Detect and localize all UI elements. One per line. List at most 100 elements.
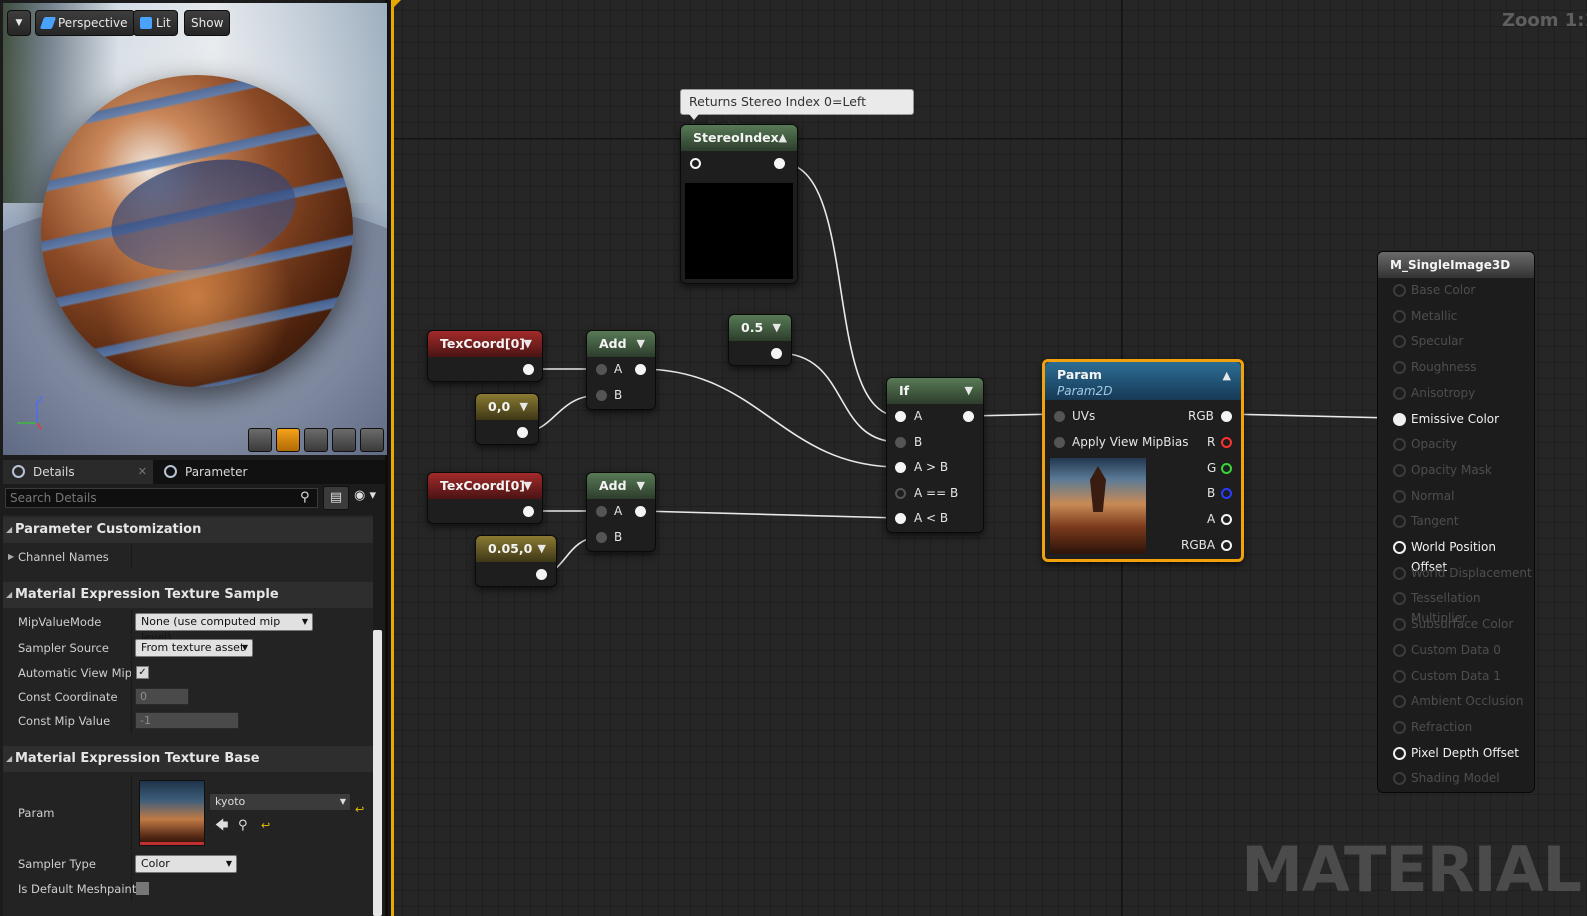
collapse-arrow-icon[interactable]: ▲ — [1223, 368, 1231, 384]
comment-bubble[interactable]: Returns Stereo Index 0=Left 1=Right — [680, 89, 914, 133]
output-pin[interactable] — [771, 348, 782, 359]
output-pin-a[interactable] — [1221, 514, 1232, 525]
collapse-arrow-icon[interactable]: ▼ — [965, 378, 973, 404]
material-input-custom-data-1[interactable]: Custom Data 1 — [1393, 666, 1501, 686]
input-pin-uvs[interactable] — [1054, 411, 1065, 422]
output-pin[interactable] — [523, 506, 534, 517]
tab-details[interactable]: Details ✕ — [3, 460, 153, 484]
cube-preview-button[interactable] — [332, 428, 356, 452]
output-pin-g[interactable] — [1221, 463, 1232, 474]
close-icon[interactable]: ✕ — [138, 460, 147, 484]
browse-search-icon[interactable]: ⚲ — [238, 819, 248, 833]
sampler-source-dropdown[interactable]: From texture asset — [135, 639, 253, 657]
collapse-arrow-icon[interactable]: ▼ — [773, 315, 781, 341]
input-pin-a[interactable] — [596, 506, 607, 517]
node-material-result[interactable]: M_SingleImage3D Base Color Metallic Specul… — [1377, 251, 1535, 793]
collapse-arrow-icon[interactable]: ▼ — [637, 473, 645, 499]
node-add-1[interactable]: Add ▼ A B — [586, 330, 656, 410]
material-input-opacity-mask[interactable]: Opacity Mask — [1393, 460, 1492, 480]
output-pin[interactable] — [963, 411, 974, 422]
input-pin-a[interactable] — [895, 411, 906, 422]
material-input-anisotropy[interactable]: Anisotropy — [1393, 383, 1475, 403]
material-input-base-color[interactable]: Base Color — [1393, 280, 1475, 300]
collapse-arrow-icon[interactable]: ▼ — [524, 331, 532, 357]
collapse-arrow-icon[interactable]: ▼ — [538, 536, 546, 562]
cylinder-preview-button[interactable] — [248, 428, 272, 452]
expand-arrow-icon[interactable]: ▶ — [8, 545, 14, 569]
material-graph-canvas[interactable]: Zoom 1:1 MATERIAL Returns Stereo Index 0… — [391, 0, 1587, 916]
custom-mesh-preview-button[interactable] — [360, 428, 384, 452]
output-pin[interactable] — [517, 427, 528, 438]
node-stereo-index[interactable]: StereoIndex ▲ — [680, 124, 798, 284]
use-selected-arrow-icon[interactable]: 🡄 — [215, 819, 228, 833]
search-details-input[interactable]: Search Details — [5, 488, 318, 508]
plane-preview-button[interactable] — [304, 428, 328, 452]
output-pin-rgba[interactable] — [1221, 540, 1232, 551]
eye-icon[interactable]: ◉ ▾ — [354, 488, 376, 503]
input-pin-b[interactable] — [596, 390, 607, 401]
collapse-arrow-icon[interactable]: ▲ — [779, 125, 787, 151]
viewport-options-button[interactable]: ▼ — [7, 10, 31, 36]
node-constant-0-0[interactable]: 0,0 ▼ — [475, 393, 539, 445]
auto-view-mip-checkbox[interactable]: ✓ — [136, 666, 149, 679]
material-input-world-displacement[interactable]: World Displacement — [1393, 563, 1532, 583]
material-input-metallic[interactable]: Metallic — [1393, 306, 1457, 326]
property-channel-names[interactable]: ▶ Channel Names — [3, 545, 373, 569]
input-pin-mipbias[interactable] — [1054, 437, 1065, 448]
material-input-subsurface-color[interactable]: Subsurface Color — [1393, 614, 1513, 634]
output-pin[interactable] — [635, 364, 646, 375]
mipvaluemode-dropdown[interactable]: None (use computed mip level) — [135, 613, 313, 644]
category-texture-sample[interactable]: Material Expression Texture Sample — [3, 582, 373, 608]
default-meshpaint-checkbox[interactable] — [136, 882, 149, 895]
collapse-arrow-icon[interactable]: ▼ — [637, 331, 645, 357]
material-input-pixel-depth-offset[interactable]: Pixel Depth Offset — [1393, 743, 1519, 763]
material-input-ambient-occlusion[interactable]: Ambient Occlusion — [1393, 691, 1523, 711]
const-mip-field[interactable]: -1 — [135, 712, 239, 729]
material-input-tessellation-multiplier[interactable]: Tessellation Multiplier — [1393, 588, 1534, 625]
node-if[interactable]: If ▼ A B A > B A == B A < B — [886, 377, 984, 533]
material-input-emissive-color[interactable]: Emissive Color — [1393, 409, 1499, 429]
material-preview-viewport[interactable]: ▼ Perspective Lit Show Z — [3, 3, 387, 455]
const-coordinate-field[interactable]: 0 — [135, 688, 189, 705]
node-constant-0-5[interactable]: 0.5 ▼ — [728, 314, 792, 366]
output-pin-rgb[interactable] — [1221, 411, 1232, 422]
reset-default-icon[interactable]: ↩ — [261, 819, 270, 833]
node-constant-0-05-0[interactable]: 0.05,0 ▼ — [475, 535, 557, 587]
collapse-arrow-icon[interactable]: ▼ — [524, 473, 532, 499]
node-texcoord-1[interactable]: TexCoord[0] ▼ — [427, 330, 543, 382]
category-parameter-customization[interactable]: Parameter Customization — [3, 517, 373, 543]
tab-parameter-defaults[interactable]: Parameter Default: — [155, 460, 295, 503]
category-texture-base[interactable]: Material Expression Texture Base — [3, 746, 373, 772]
view-options-grid-icon[interactable]: ▤ — [323, 486, 349, 510]
input-pin-aeqb[interactable] — [895, 488, 906, 499]
texture-thumbnail[interactable] — [139, 780, 205, 846]
input-pin-b[interactable] — [596, 532, 607, 543]
material-input-world-position-offset[interactable]: World Position Offset — [1393, 537, 1534, 574]
details-scrollbar[interactable] — [373, 630, 382, 916]
material-input-custom-data-0[interactable]: Custom Data 0 — [1393, 640, 1501, 660]
output-pin-b[interactable] — [1221, 488, 1232, 499]
output-pin[interactable] — [774, 158, 785, 169]
material-input-shading-model[interactable]: Shading Model — [1393, 768, 1500, 788]
material-input-roughness[interactable]: Roughness — [1393, 357, 1476, 377]
material-input-specular[interactable]: Specular — [1393, 331, 1463, 351]
show-button[interactable]: Show — [184, 10, 231, 36]
search-icon[interactable]: ⚲ — [300, 490, 310, 505]
input-pin-b[interactable] — [895, 437, 906, 448]
input-pin-agtb[interactable] — [895, 462, 906, 473]
material-input-opacity[interactable]: Opacity — [1393, 434, 1457, 454]
input-pin[interactable] — [690, 158, 701, 169]
node-param-texture[interactable]: Param Param2D ▲ UVs Apply View MipBias R… — [1042, 359, 1244, 562]
sphere-preview-button[interactable] — [276, 428, 300, 452]
material-input-normal[interactable]: Normal — [1393, 486, 1454, 506]
output-pin[interactable] — [536, 569, 547, 580]
sampler-type-dropdown[interactable]: Color — [135, 855, 237, 873]
output-pin[interactable] — [635, 506, 646, 517]
node-add-2[interactable]: Add ▼ A B — [586, 472, 656, 552]
perspective-button[interactable]: Perspective — [35, 10, 135, 36]
texture-asset-dropdown[interactable]: kyoto — [209, 793, 351, 811]
input-pin-altb[interactable] — [895, 513, 906, 524]
material-input-tangent[interactable]: Tangent — [1393, 511, 1459, 531]
lit-button[interactable]: Lit — [133, 10, 178, 36]
output-pin[interactable] — [523, 364, 534, 375]
